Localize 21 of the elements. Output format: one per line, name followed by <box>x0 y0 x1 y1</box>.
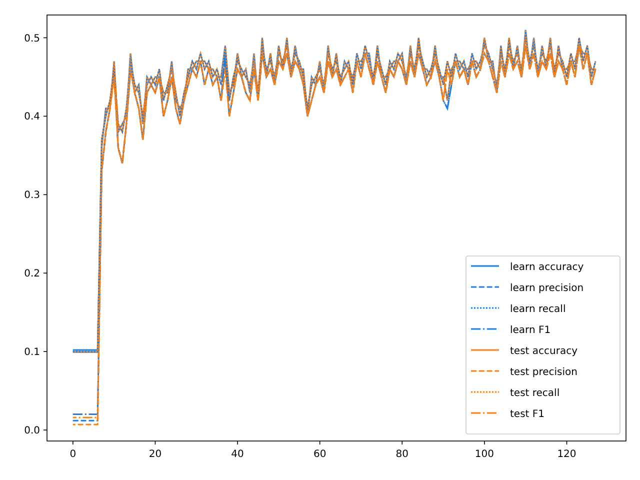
tick-label: 0.4 <box>24 112 40 123</box>
legend-label: learn precision <box>510 283 584 294</box>
tick-label: 0.0 <box>24 426 40 437</box>
tick-label: 60 <box>313 449 326 460</box>
tick-label: 100 <box>474 449 494 460</box>
tick-label: 0.1 <box>24 347 40 358</box>
legend-label: learn F1 <box>510 325 551 336</box>
tick-label: 80 <box>396 449 408 460</box>
tick-label: 40 <box>231 449 244 460</box>
legend-label: test accuracy <box>510 346 578 357</box>
tick-label: 0 <box>70 449 76 460</box>
legend-label: test precision <box>510 367 578 378</box>
tick-label: 0.5 <box>24 33 40 44</box>
tick-label: 0.3 <box>24 190 40 202</box>
legend-label: learn accuracy <box>510 262 584 273</box>
tick-label: 120 <box>557 449 576 460</box>
legend-label: test recall <box>510 388 560 399</box>
tick-label: 0.2 <box>24 268 40 280</box>
tick-label: 20 <box>148 449 162 460</box>
legend-label: test F1 <box>510 409 544 420</box>
legend-label: learn recall <box>510 304 566 315</box>
